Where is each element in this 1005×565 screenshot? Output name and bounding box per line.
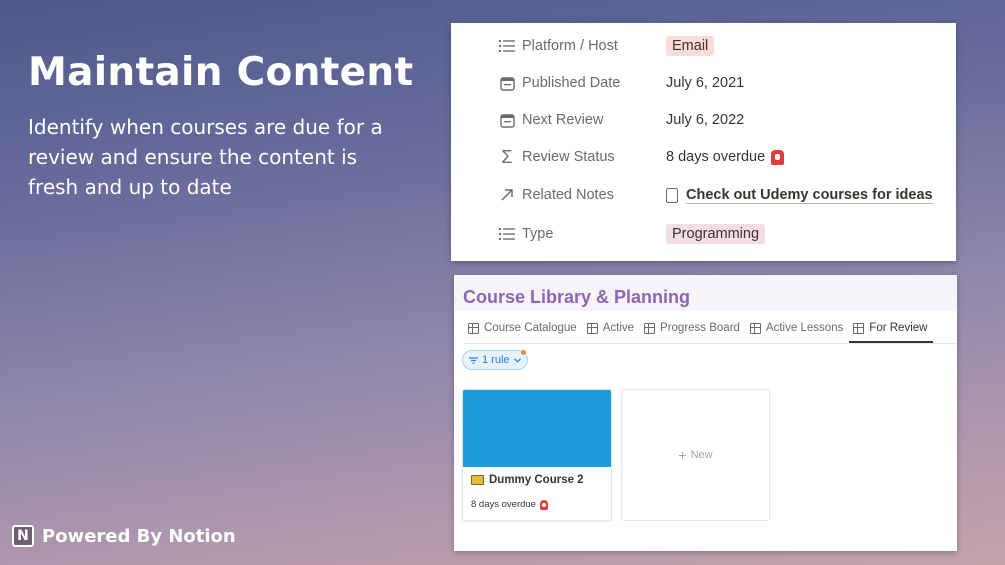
- property-label: Next Review: [522, 112, 604, 128]
- card-status-text: 8 days overdue: [471, 499, 536, 510]
- card-title[interactable]: Dummy Course 2: [471, 474, 584, 486]
- alarm-icon: [771, 149, 785, 165]
- gallery-icon: [853, 322, 865, 334]
- review-status-text: 8 days overdue: [666, 149, 766, 165]
- view-tabs: Course Catalogue Active Progress Board A…: [464, 315, 957, 344]
- property-value[interactable]: Email: [666, 36, 715, 56]
- properties-panel: Platform / Host Email Published Date Jul…: [451, 23, 956, 261]
- database-header: Course Library & Planning: [454, 275, 957, 311]
- related-notes-value[interactable]: Check out Udemy courses for ideas: [666, 187, 933, 204]
- sigma-icon: Σ: [501, 146, 513, 167]
- plus-icon: +: [678, 447, 687, 463]
- property-label: Published Date: [522, 75, 621, 91]
- next-review-value[interactable]: July 6, 2022: [666, 112, 744, 128]
- tab-active[interactable]: Active: [583, 315, 640, 341]
- calendar-icon: [497, 110, 517, 130]
- property-platform-host[interactable]: Platform / Host Email: [451, 31, 956, 61]
- property-published-date[interactable]: Published Date July 6, 2021: [451, 68, 956, 98]
- board-icon: [644, 322, 656, 334]
- programming-tag[interactable]: Programming: [666, 224, 766, 244]
- tab-for-review[interactable]: For Review: [849, 315, 934, 343]
- property-value[interactable]: Programming: [666, 224, 766, 244]
- property-related-notes[interactable]: Related Notes Check out Udemy courses fo…: [451, 180, 956, 210]
- published-date-value[interactable]: July 6, 2021: [666, 75, 744, 91]
- property-next-review[interactable]: Next Review July 6, 2022: [451, 105, 956, 135]
- powered-by-notion: N Powered By Notion: [12, 525, 236, 547]
- email-tag[interactable]: Email: [666, 36, 715, 56]
- tab-label: Progress Board: [660, 322, 740, 334]
- tab-active-lessons[interactable]: Active Lessons: [746, 315, 849, 341]
- chevron-down-icon: [513, 357, 521, 363]
- review-status-value: 8 days overdue: [666, 149, 785, 165]
- tab-label: For Review: [869, 322, 928, 334]
- computer-emoji-icon: [471, 475, 484, 485]
- hero-title: Maintain Content: [28, 50, 414, 95]
- property-label: Platform / Host: [522, 38, 618, 54]
- filter-label: 1 rule: [482, 354, 510, 366]
- gallery-card[interactable]: Dummy Course 2 8 days overdue: [462, 389, 612, 521]
- brand-text: Powered By Notion: [42, 525, 236, 547]
- new-label: New: [690, 449, 713, 461]
- new-card-button[interactable]: + New: [621, 389, 770, 521]
- tab-course-catalogue[interactable]: Course Catalogue: [464, 315, 583, 341]
- calendar-icon: [497, 73, 517, 93]
- list-icon: [497, 36, 517, 56]
- table-icon: [586, 322, 598, 334]
- tab-label: Active Lessons: [765, 322, 844, 334]
- card-title-text: Dummy Course 2: [489, 474, 584, 486]
- property-type[interactable]: Type Programming: [451, 219, 956, 249]
- filter-indicator-dot: [521, 350, 526, 355]
- property-review-status[interactable]: Σ Review Status 8 days overdue: [451, 142, 956, 172]
- card-cover: [463, 390, 611, 467]
- table-icon: [468, 322, 479, 334]
- database-title[interactable]: Course Library & Planning: [463, 287, 690, 308]
- arrow-up-right-icon: [497, 185, 517, 205]
- related-note-link[interactable]: Check out Udemy courses for ideas: [686, 187, 933, 204]
- database-panel: Course Library & Planning Course Catalog…: [454, 275, 957, 551]
- alarm-icon: [539, 499, 548, 510]
- tab-label: Course Catalogue: [484, 322, 577, 334]
- property-label: Review Status: [522, 149, 615, 165]
- table-icon: [749, 322, 761, 334]
- card-status: 8 days overdue: [471, 499, 548, 510]
- page-icon: [666, 187, 678, 203]
- property-label: Type: [522, 226, 554, 242]
- filter-icon: [469, 356, 478, 364]
- list-icon: [497, 224, 517, 244]
- hero-subtitle: Identify when courses are due for a revi…: [28, 115, 383, 199]
- tab-progress-board[interactable]: Progress Board: [640, 315, 746, 341]
- tab-label: Active: [602, 322, 635, 334]
- filter-rule-button[interactable]: 1 rule: [462, 350, 528, 370]
- property-label: Related Notes: [522, 187, 614, 203]
- notion-logo-icon: N: [12, 525, 34, 547]
